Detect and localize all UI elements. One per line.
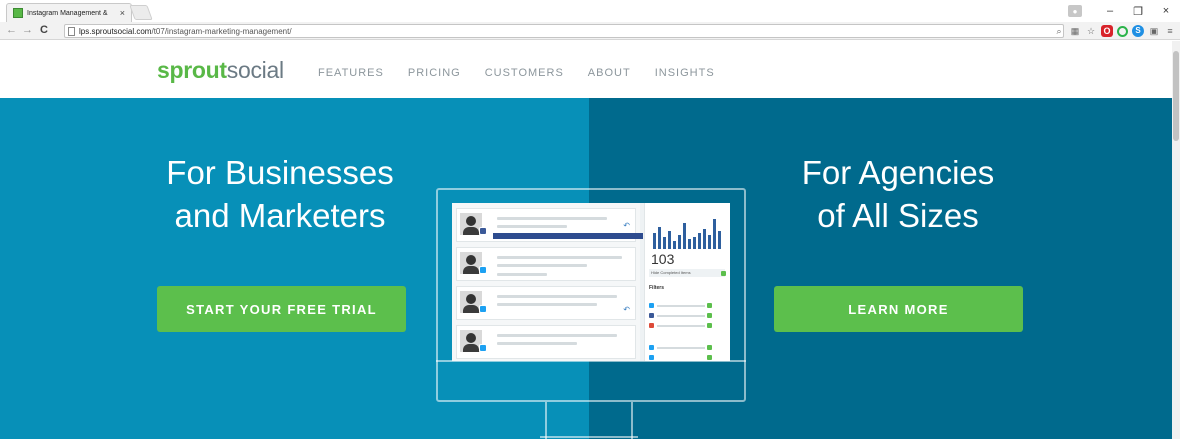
grammarly-icon[interactable] — [1117, 25, 1128, 37]
back-button[interactable]: ← — [6, 24, 17, 36]
google-plus-icon — [649, 323, 654, 328]
twitter-icon — [649, 345, 654, 350]
restore-button[interactable]: ❐ — [1124, 5, 1152, 18]
nav-customers[interactable]: CUSTOMERS — [485, 67, 564, 79]
forward-button[interactable]: → — [22, 24, 33, 36]
checkbox-icon — [707, 313, 712, 318]
monitor-foot — [540, 436, 638, 438]
nav-pricing[interactable]: PRICING — [408, 67, 461, 79]
businesses-heading: For Businesses and Marketers — [166, 154, 394, 234]
checkbox-icon — [707, 355, 712, 360]
list-item: ↶ — [456, 208, 643, 242]
list-item — [456, 325, 636, 359]
translate-icon[interactable]: ▦ — [1069, 25, 1081, 37]
list-item — [456, 247, 636, 281]
nav-insights[interactable]: INSIGHTS — [655, 67, 715, 79]
reload-button[interactable]: C — [40, 24, 48, 36]
browser-tab[interactable]: Instagram Management & × — [6, 3, 132, 22]
twitter-icon — [479, 266, 487, 274]
site-header: sproutsocial FEATURES PRICING CUSTOMERS … — [0, 41, 1172, 98]
address-bar[interactable]: lps.sproutsocial.com/t07/instagram-marke… — [64, 24, 1064, 38]
facebook-icon — [479, 227, 487, 235]
main-nav: FEATURES PRICING CUSTOMERS ABOUT INSIGHT… — [318, 67, 739, 79]
filters-label: Filters — [649, 285, 665, 291]
checkbox-icon — [707, 323, 712, 328]
tab-title: Instagram Management & — [27, 9, 108, 17]
user-profile-icon[interactable]: ● — [1068, 5, 1082, 17]
reply-bar — [493, 233, 643, 239]
message-feed: ↶ ↶ — [452, 203, 643, 361]
extension-icons: ⌕ ▦ ☆ O S ▣ ≡ — [1053, 23, 1176, 39]
checkbox-icon — [707, 345, 712, 350]
agencies-heading: For Agencies of All Sizes — [801, 154, 995, 234]
list-item: ↶ — [456, 286, 636, 320]
nav-features[interactable]: FEATURES — [318, 67, 384, 79]
browser-toolbar: ← → C lps.sproutsocial.com/t07/instagram… — [0, 22, 1180, 40]
activity-bar-chart — [651, 209, 723, 249]
reply-icon: ↶ — [623, 305, 630, 314]
twitter-icon — [479, 344, 487, 352]
url-text: lps.sproutsocial.com/t07/instagram-marke… — [79, 26, 292, 36]
zoom-icon[interactable]: ⌕ — [1053, 25, 1065, 37]
dashboard-screenshot: ↶ ↶ 103 Hide Completed Items Filters — [452, 203, 730, 361]
sproutsocial-logo[interactable]: sproutsocial — [157, 57, 284, 84]
sprout-favicon-icon — [13, 8, 23, 18]
bookmark-star-icon[interactable]: ☆ — [1085, 25, 1097, 37]
twitter-icon — [649, 303, 654, 308]
nav-about[interactable]: ABOUT — [588, 67, 631, 79]
twitter-icon — [649, 355, 654, 360]
start-free-trial-button[interactable]: START YOUR FREE TRIAL — [157, 286, 406, 332]
items-count: 103 — [651, 251, 675, 267]
opera-extension-icon[interactable]: O — [1101, 25, 1113, 37]
hide-completed-row: Hide Completed Items — [649, 269, 725, 277]
skype-icon[interactable]: S — [1132, 25, 1144, 37]
menu-icon[interactable]: ≡ — [1164, 25, 1176, 37]
stats-sidebar: 103 Hide Completed Items Filters — [644, 203, 730, 361]
twitter-icon — [479, 305, 487, 313]
browser-tabstrip: Instagram Management & × ● – ❐ × — [0, 0, 1180, 22]
checkbox-icon — [721, 271, 726, 276]
new-tab-button[interactable] — [129, 5, 153, 20]
window-controls: ● – ❐ × — [1068, 0, 1180, 22]
facebook-icon — [649, 313, 654, 318]
page-icon — [68, 26, 75, 36]
close-window-button[interactable]: × — [1152, 5, 1180, 17]
checkbox-icon — [707, 303, 712, 308]
reply-icon: ↶ — [623, 221, 630, 230]
learn-more-button[interactable]: LEARN MORE — [774, 286, 1023, 332]
page-scrollbar[interactable] — [1172, 41, 1180, 439]
tab-close-icon[interactable]: × — [120, 8, 125, 18]
minimize-button[interactable]: – — [1096, 5, 1124, 17]
scrollbar-thumb[interactable] — [1173, 51, 1179, 141]
extension-icon[interactable]: ▣ — [1148, 25, 1160, 37]
